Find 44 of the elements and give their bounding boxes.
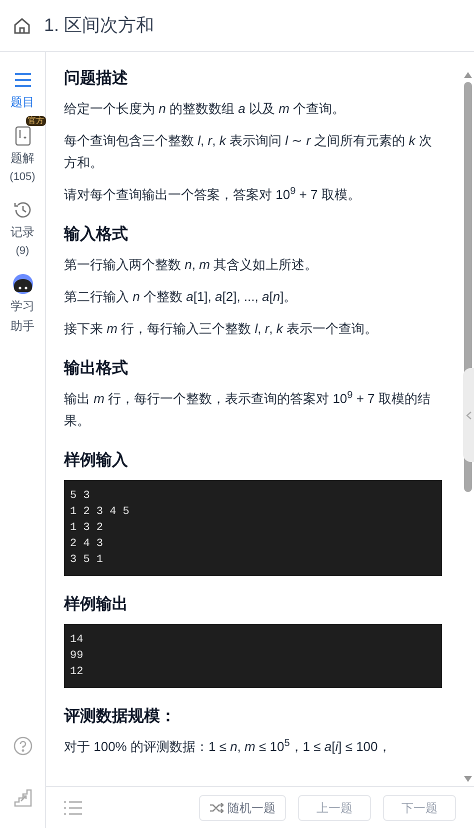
sidebar-tab[interactable]: 记录 (9) — [0, 198, 45, 260]
shuffle-icon — [210, 802, 224, 812]
sidebar-tab[interactable]: 学习助手 — [0, 272, 45, 336]
tab-label: 学习助手 — [10, 298, 36, 335]
scroll-up-icon[interactable] — [464, 72, 472, 78]
nav-button[interactable]: 上一题 — [298, 794, 371, 820]
sidebar-tab[interactable]: 题目 — [0, 68, 45, 112]
section-heading: 样例输入 — [64, 450, 129, 471]
code-block: 14 99 12 — [64, 624, 442, 688]
nav-button[interactable]: 下一题 — [383, 794, 456, 820]
robot-avatar-icon — [12, 273, 34, 295]
sidebar-tab[interactable]: 官方 题解 (105) — [0, 116, 45, 186]
official-badge: 官方 — [26, 116, 46, 126]
section-heading: 评测数据规模： — [64, 706, 177, 727]
document-icon — [14, 126, 30, 146]
tab-count: (9) — [16, 244, 30, 259]
chevron-left-icon — [466, 410, 472, 420]
section-heading: 问题描述 — [64, 68, 129, 89]
paragraph: 输出 m 行，每行一个整数，表示查询的答案对 10$^{9}$ + 7 取模的结果。 — [64, 389, 432, 430]
paragraph: 给定一个长度为 n 的整数数组 a 以及 m 个查询。 — [64, 100, 346, 118]
random-problem-button[interactable]: 随机一题 — [199, 794, 286, 820]
code-block: 5 3 1 2 3 4 5 1 3 2 2 4 3 3 5 1 — [64, 480, 442, 576]
home-icon[interactable] — [12, 16, 32, 36]
list-icon — [12, 72, 32, 88]
collapse-handle[interactable] — [463, 368, 474, 462]
section-heading: 输出格式 — [64, 358, 129, 379]
stairs-icon[interactable] — [12, 788, 32, 808]
scroll-down-icon[interactable] — [464, 776, 472, 782]
paragraph: 接下来 m 行，每行输入三个整数 l, r, k 表示一个查询。 — [64, 320, 379, 338]
tab-label: 题解 — [10, 150, 36, 167]
history-icon — [12, 200, 32, 220]
paragraph: 请对每个查询输出一个答案，答案对 10$^{9}$ + 7 取模。 — [64, 185, 362, 204]
paragraph: 第一行输入两个整数 n, m 其含义如上所述。 — [64, 256, 319, 274]
problem-title: 1. 区间次方和 — [44, 14, 154, 37]
tab-label: 记录 — [10, 224, 36, 241]
paragraph: 对于 100% 的评测数据：1 ≤ n, m ≤ 10$^{5}$，1 ≤ a[i] ≤ 100， — [64, 737, 392, 756]
paragraph: 每个查询包含三个整数 l, r, k 表示询问 l ∼ r 之间所有元素的 k 次方和。 — [64, 132, 433, 172]
menu-icon[interactable] — [64, 800, 82, 814]
tab-label: 题目 — [10, 94, 36, 111]
tab-count: (105) — [10, 170, 36, 185]
section-heading: 输入格式 — [64, 224, 129, 245]
help-icon[interactable] — [12, 736, 32, 756]
paragraph: 第二行输入 n 个整数 a[1], a[2], ..., a[n]。 — [64, 288, 298, 306]
section-heading: 样例输出 — [64, 594, 129, 615]
